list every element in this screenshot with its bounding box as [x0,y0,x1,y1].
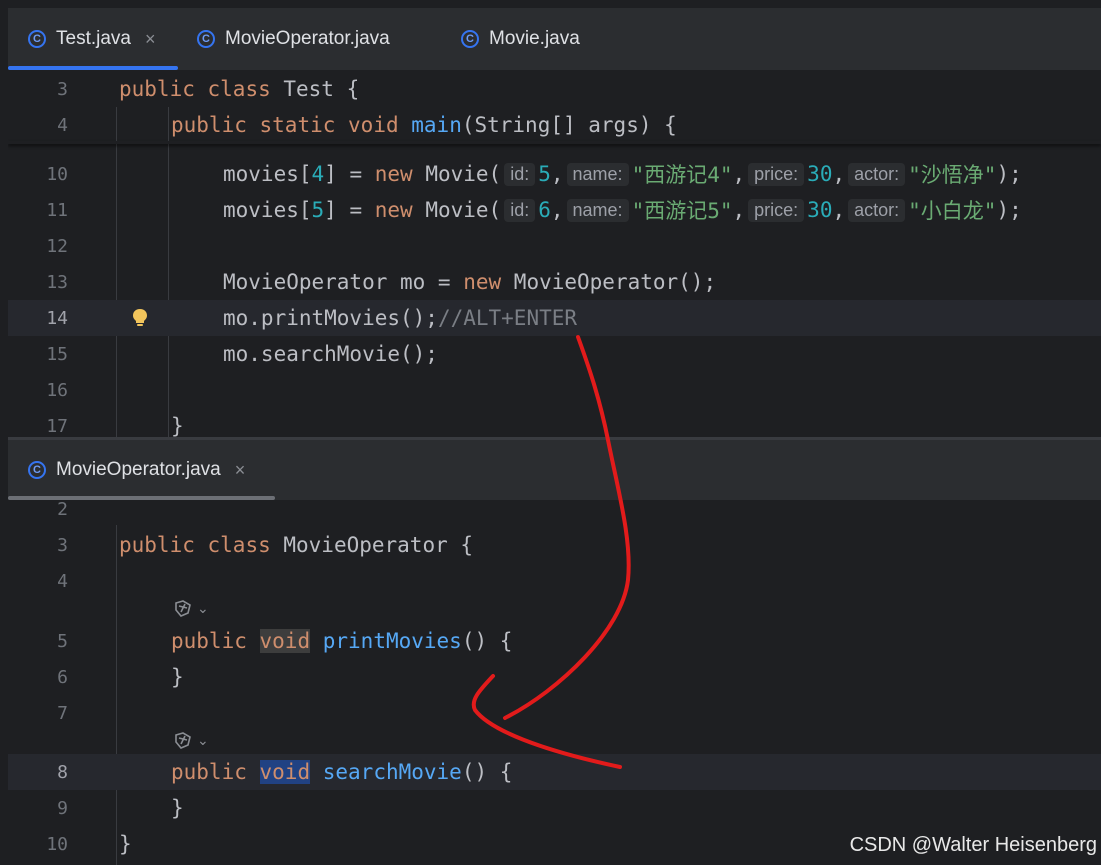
code-line: 10 movies[4] = new Movie(id: 5, name: "西游记4… [8,156,1101,192]
code-line: 4 public static void main (String[] args)… [8,107,1101,143]
sticky-scroll-divider [8,141,1101,144]
watermark: CSDN @Walter Heisenberg [849,834,1097,856]
code-line: 3 public class MovieOperator { [8,527,1101,563]
line-number: 5 [57,630,68,652]
line-number: 12 [46,235,68,257]
param-hint: price: [748,162,805,186]
code-line: 2 [8,501,1101,525]
editor-test-java[interactable]: 3 public class Test { 4 public static vo… [8,71,1101,437]
tab-label: MovieOperator.java [225,28,390,49]
tab-movieoperator-java[interactable]: C MovieOperator.java × [8,440,275,500]
param-hint: name: [566,162,629,186]
param-hint: actor: [848,162,906,186]
class-icon: C [197,30,215,48]
line-number: 3 [57,78,68,100]
ai-assistant-icon[interactable]: ⌄ [173,731,209,751]
param-hint: name: [566,198,629,222]
code-line: 4 [8,563,1101,599]
close-icon[interactable]: × [235,460,246,481]
param-hint: price: [748,198,805,222]
line-number: 2 [57,501,68,520]
line-number: 3 [57,534,68,556]
code-line: 3 public class Test { [8,71,1101,107]
code-line: 5 public void printMovies() { [8,623,1101,659]
line-number: 14 [46,307,68,329]
code-line-current: 8 public void searchMovie() { [8,754,1101,790]
line-number: 8 [57,761,68,783]
close-icon[interactable]: × [145,29,156,50]
code-line: 11 movies[5] = new Movie(id: 6, name: "西游记5… [8,192,1101,228]
top-tab-bar: C Test.java × C MovieOperator.java C Mov… [8,8,1101,71]
lightbulb-icon[interactable] [132,308,148,328]
class-icon: C [461,30,479,48]
class-icon: C [28,30,46,48]
editor-movieoperator-java[interactable]: 2 3 public class MovieOperator { 4 ⌄ 5 p… [8,501,1101,865]
line-number: 10 [46,163,68,185]
tab-label: Movie.java [489,28,580,49]
line-number: 9 [57,797,68,819]
param-hint: id: [504,162,536,186]
line-number: 6 [57,666,68,688]
line-number: 15 [46,343,68,365]
active-tab-indicator [8,66,178,70]
line-number: 13 [46,271,68,293]
ai-assistant-icon[interactable]: ⌄ [173,599,209,619]
code-line-current: 14 mo.printMovies();//ALT+ENTER [8,300,1101,336]
code-line: 12 [8,228,1101,264]
param-hint: id: [504,198,536,222]
line-number: 4 [57,570,68,592]
chevron-down-icon: ⌄ [197,733,209,749]
code-line: 15 mo.searchMovie(); [8,336,1101,372]
active-tab-indicator [8,496,275,500]
param-hint: actor: [848,198,906,222]
code-line: 17 } [8,408,1101,437]
chevron-down-icon: ⌄ [197,601,209,617]
tab-movieoperator-java[interactable]: C MovieOperator.java [197,8,390,70]
code-line: 9 } [8,790,1101,826]
line-number: 11 [46,199,68,221]
line-number: 17 [46,415,68,437]
line-number: 16 [46,379,68,401]
line-number: 7 [57,702,68,724]
code-line: 16 [8,372,1101,408]
code-line: 7 [8,695,1101,731]
code-line: 6 } [8,659,1101,695]
tab-label: MovieOperator.java [56,459,221,480]
bottom-tab-bar: C MovieOperator.java × [8,440,1101,501]
tab-label: Test.java [56,28,131,49]
line-number: 4 [57,114,68,136]
line-number: 10 [46,833,68,855]
tab-movie-java[interactable]: C Movie.java [461,8,580,70]
class-icon: C [28,461,46,479]
tab-test-java[interactable]: C Test.java × [8,8,178,70]
code-line: 13 MovieOperator mo = new MovieOperator(… [8,264,1101,300]
